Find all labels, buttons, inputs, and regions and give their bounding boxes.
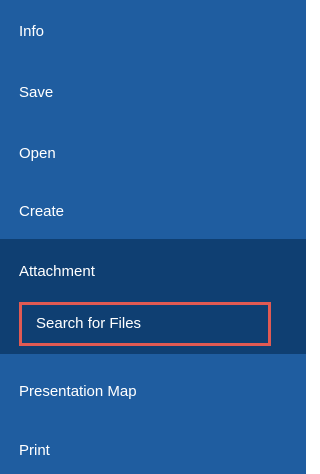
submenu-item-search-for-files[interactable]: Search for Files: [19, 302, 271, 346]
menu-item-create[interactable]: Create: [0, 202, 306, 222]
submenu-item-label: Search for Files: [36, 315, 142, 332]
attachment-group: Attachment Search for Files: [0, 239, 306, 354]
menu-item-open[interactable]: Open: [0, 144, 306, 164]
menu-item-print[interactable]: Print: [0, 441, 306, 461]
menu-item-attachment[interactable]: Attachment: [0, 262, 306, 282]
menu-item-save[interactable]: Save: [0, 83, 306, 103]
menu-item-info[interactable]: Info: [0, 22, 306, 42]
menu-item-presentation-map[interactable]: Presentation Map: [0, 382, 306, 402]
side-menu: Info Save Open Create Attachment Search …: [0, 0, 306, 474]
